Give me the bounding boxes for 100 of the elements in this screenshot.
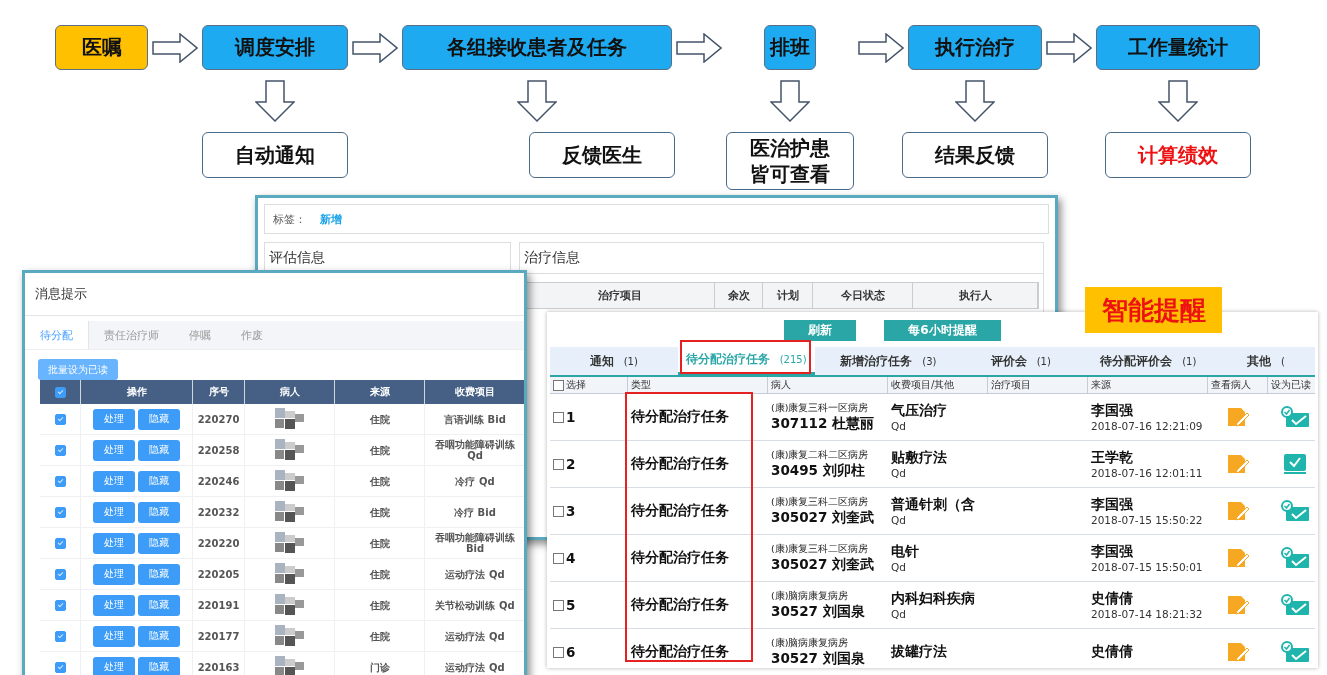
row-number: 5 (566, 597, 576, 613)
check-square-icon[interactable] (1282, 453, 1307, 475)
checkbox[interactable] (553, 599, 564, 611)
process-button[interactable]: 处理 (93, 656, 135, 675)
checkbox[interactable] (54, 444, 66, 456)
mail-check-icon[interactable] (1279, 641, 1310, 663)
patient-name: 305027 刘奎武 (771, 508, 876, 527)
checkbox[interactable] (54, 475, 66, 487)
table-cell: 运动疗法 Qd (445, 568, 505, 580)
mail-check-icon[interactable] (1279, 406, 1310, 428)
panel-title: 治疗信息 (520, 243, 1043, 274)
patient-name: 305027 刘奎武 (771, 555, 876, 574)
table-cell: 住院 (369, 444, 390, 456)
table-cell: 220205 (197, 568, 240, 580)
tab[interactable]: 通知 (1) (550, 347, 678, 375)
tab[interactable]: 待分配评价会 (1) (1079, 347, 1217, 375)
column-header: 病人 (771, 378, 791, 392)
reminder-button[interactable]: 每6小时提醒 (884, 319, 1001, 341)
edit-note-icon[interactable] (1227, 407, 1249, 427)
frequency: Qd (891, 467, 907, 479)
table-cell: 住院 (369, 506, 390, 518)
tab[interactable]: 停嘱 (174, 321, 226, 349)
flow-outcome: 医治护患皆可查看 (726, 132, 854, 190)
hide-button[interactable]: 隐藏 (138, 656, 180, 675)
mark-all-read-button[interactable]: 批量设为已读 (38, 359, 118, 380)
tab[interactable]: 新增治疗任务 (3) (814, 347, 962, 375)
blurred-patient-drawing (274, 408, 305, 430)
checkbox[interactable] (54, 506, 66, 518)
patient-name: 307112 杜慧丽 (771, 414, 876, 433)
edit-note-icon[interactable] (1227, 548, 1249, 568)
blurred-patient-drawing (274, 439, 305, 461)
checkbox[interactable] (54, 386, 66, 398)
checkbox[interactable] (553, 646, 564, 658)
column-header: 查看病人 (1211, 378, 1251, 392)
timestamp: 2018-07-14 18:21:32 (1091, 608, 1204, 620)
task-type: 待分配治疗任务 (631, 596, 730, 614)
checkbox[interactable] (553, 552, 564, 564)
checkbox[interactable] (54, 661, 66, 673)
refresh-button[interactable]: 刷新 (784, 319, 857, 341)
table-cell: 住院 (369, 475, 390, 487)
process-button[interactable]: 处理 (93, 408, 135, 430)
process-button[interactable]: 处理 (93, 594, 135, 616)
checkbox[interactable] (54, 537, 66, 549)
hide-button[interactable]: 隐藏 (138, 532, 180, 554)
tab[interactable]: 待分配 (25, 321, 89, 349)
checkbox[interactable] (553, 411, 564, 423)
window-title: 消息提示 (25, 273, 524, 316)
edit-note-icon[interactable] (1227, 642, 1249, 662)
edit-note-icon[interactable] (1227, 501, 1249, 521)
table-cell: 冷疗 Qd (455, 475, 495, 487)
blurred-patient-drawing (274, 656, 305, 675)
flow-outcome: 结果反馈 (902, 132, 1048, 178)
hide-button[interactable]: 隐藏 (138, 470, 180, 492)
table-cell-text: 吞咽功能障碍训练 Bid (434, 532, 516, 554)
tab[interactable]: 待分配治疗任务 (215) (677, 347, 815, 375)
task-type: 待分配治疗任务 (631, 502, 730, 520)
checkbox[interactable] (54, 568, 66, 580)
mail-check-icon[interactable] (1279, 500, 1310, 522)
row-number: 2 (566, 456, 576, 472)
blurred-patient-drawing (274, 470, 305, 492)
hide-button[interactable]: 隐藏 (138, 563, 180, 585)
mail-check-icon[interactable] (1279, 547, 1310, 569)
flow-outcome: 计算绩效 (1105, 132, 1251, 178)
process-button[interactable]: 处理 (93, 470, 135, 492)
mail-check-icon[interactable] (1279, 594, 1310, 616)
timestamp: 2018-07-15 15:50:22 (1091, 514, 1204, 526)
process-button[interactable]: 处理 (93, 532, 135, 554)
column-header: 选择 (566, 378, 586, 392)
task-type: 待分配治疗任务 (631, 643, 730, 661)
column-header: 执行人 (913, 283, 1038, 308)
patient-name: 30527 刘国泉 (771, 649, 866, 665)
edit-note-icon[interactable] (1227, 454, 1249, 474)
checkbox[interactable] (54, 413, 66, 425)
flow-step: 执行治疗 (908, 25, 1042, 70)
process-button[interactable]: 处理 (93, 501, 135, 523)
table-cell: 言语训练 Bid (444, 413, 506, 425)
hide-button[interactable]: 隐藏 (138, 501, 180, 523)
tab[interactable]: 其他 ( (1216, 347, 1315, 375)
hide-button[interactable]: 隐藏 (138, 439, 180, 461)
tab[interactable]: 评价会 (1) (961, 347, 1080, 375)
checkbox[interactable] (553, 505, 564, 517)
hide-button[interactable]: 隐藏 (138, 594, 180, 616)
checkbox[interactable] (553, 458, 564, 470)
column-header: 操作 (81, 380, 193, 404)
frequency: Qd (891, 514, 907, 526)
tab[interactable]: 责任治疗师 (89, 321, 174, 349)
column-header: 设为已读 (1271, 378, 1311, 392)
hide-button[interactable]: 隐藏 (138, 625, 180, 647)
checkbox[interactable] (553, 379, 564, 391)
process-button[interactable]: 处理 (93, 439, 135, 461)
process-button[interactable]: 处理 (93, 563, 135, 585)
process-button[interactable]: 处理 (93, 625, 135, 647)
tab[interactable]: 作废 (226, 321, 278, 349)
edit-note-icon[interactable] (1227, 595, 1249, 615)
checkbox[interactable] (54, 630, 66, 642)
flow-outcome: 自动通知 (202, 132, 348, 178)
hide-button[interactable]: 隐藏 (138, 408, 180, 430)
column-header: 来源 (335, 380, 425, 404)
checkbox[interactable] (54, 599, 66, 611)
right-arrow-icon (152, 32, 198, 63)
